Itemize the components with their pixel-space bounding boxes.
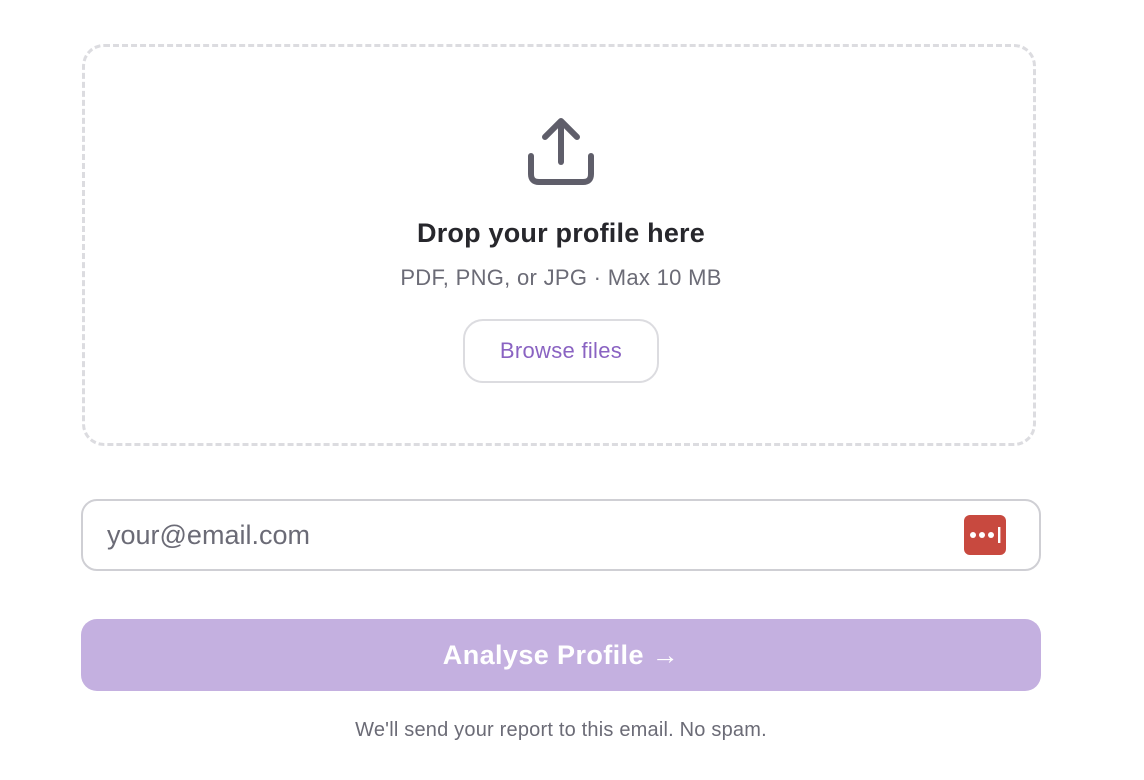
- analyse-profile-button[interactable]: Analyse Profile →: [81, 619, 1041, 691]
- email-input[interactable]: [107, 501, 947, 569]
- upload-form-page: Drop your profile here PDF, PNG, or JPG …: [0, 0, 1144, 780]
- dropzone-title: Drop your profile here: [417, 218, 705, 248]
- email-field: [81, 499, 1041, 571]
- browse-files-button[interactable]: Browse files: [463, 319, 659, 383]
- upload-icon: [528, 118, 594, 185]
- dropzone-subtitle: PDF, PNG, or JPG · Max 10 MB: [400, 265, 722, 290]
- password-dots-icon: [970, 527, 1001, 543]
- privacy-note: We'll send your report to this email. No…: [355, 719, 767, 741]
- password-manager-icon[interactable]: [964, 515, 1006, 555]
